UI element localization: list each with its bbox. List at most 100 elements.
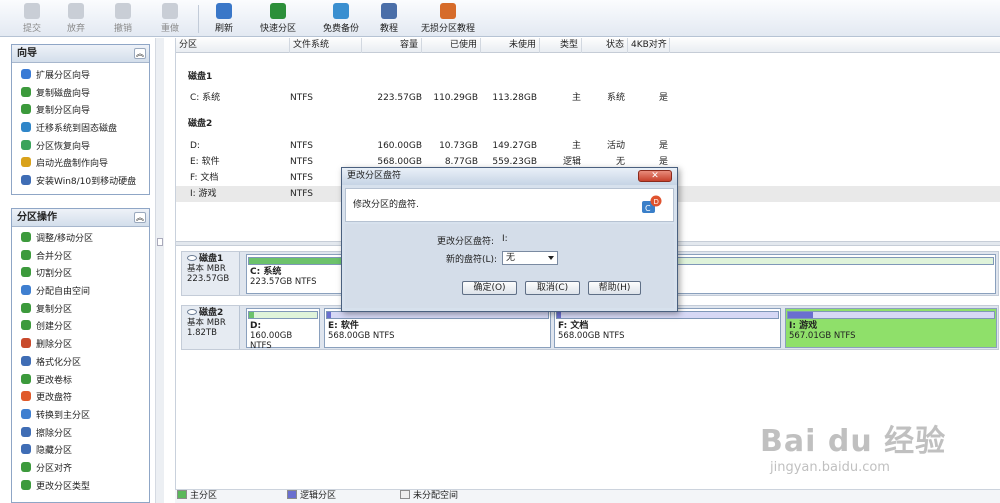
wizard-panel-header[interactable]: 向导 ︽ [12,45,149,63]
column-status[interactable]: 状态 [582,38,628,53]
commit-icon [24,3,40,19]
wizard-item[interactable]: 启动光盘制作向导 [12,156,149,174]
operation-item[interactable]: 格式化分区 [12,355,149,373]
operation-item-icon [21,302,31,313]
operation-item[interactable]: 合并分区 [12,249,149,267]
partition-block-f[interactable]: F: 文档 568.00GB NTFS [554,308,781,348]
operation-item[interactable]: 删除分区 [12,337,149,355]
operation-item[interactable]: 隐藏分区 [12,443,149,461]
disk1-label[interactable]: 磁盘1 基本 MBR 223.57GB [182,252,240,295]
dialog-title-bar[interactable]: 更改分区盘符 ✕ [342,168,677,185]
disk-icon [187,255,197,261]
operation-item-icon [21,232,31,242]
help-button[interactable]: 帮助(H) [588,281,641,295]
table-header: 分区 文件系统 容量 已使用 未使用 类型 状态 4KB对齐 [176,38,1000,53]
column-free[interactable]: 未使用 [481,38,540,53]
operation-item[interactable]: 分区对齐 [12,461,149,479]
toolbar: 提交 放弃 撤销 重做 刷新 快速分区 免费备份 教程 无损分区教程 [0,0,1000,37]
table-row[interactable]: D: NTFS 160.00GB 10.73GB 149.27GB 主 活动 是 [176,138,1000,154]
new-letter-select[interactable]: 无 [502,251,558,265]
operation-item[interactable]: 更改分区类型 [12,479,149,497]
operation-item[interactable]: 创建分区 [12,319,149,337]
operation-item-icon [21,267,31,278]
cell-capacity: 223.57GB [377,93,422,103]
quick-partition-button[interactable]: 快速分区 [253,3,303,35]
operation-item[interactable]: 调整/移动分区 [12,231,149,249]
redo-button[interactable]: 重做 [152,3,188,35]
close-icon: ✕ [651,171,659,181]
partition-block-d[interactable]: D: 160.00GB NTFS [246,308,320,351]
cell-used: 10.73GB [439,141,478,151]
sidebar-scrollbar[interactable] [155,38,164,503]
cell-fs: NTFS [290,93,313,103]
cancel-button[interactable]: 取消(C) [525,281,580,295]
lossless-tutorial-button[interactable]: 无损分区教程 [416,3,480,35]
column-partition[interactable]: 分区 [176,38,290,53]
operation-item-icon [21,355,31,366]
wizard-item[interactable]: 分区恢复向导 [12,139,149,157]
cell-status: 活动 [606,141,625,151]
baidu-watermark: Bai du 经验 jingyan.baidu.com [760,424,947,475]
wizard-item[interactable]: 安装Win8/10到移动硬盘 [12,174,149,192]
operation-item-icon [21,391,31,402]
operation-item-icon [21,479,31,490]
collapse-icon[interactable]: ︽ [134,212,146,223]
ok-button[interactable]: 确定(O) [462,281,517,295]
tutorial-button[interactable]: 教程 [372,3,406,35]
disk1-title: 磁盘1 [188,72,213,82]
operation-item[interactable]: 复制分区 [12,302,149,320]
drive-letter-icon: C D [642,195,662,213]
legend-bar: 主分区 逻辑分区 未分配空间 [175,489,1000,503]
operation-item[interactable]: 更改盘符 [12,390,149,408]
legend-swatch [177,490,187,499]
scrollbar-thumb[interactable] [157,238,163,246]
tutorial-icon [381,3,397,19]
operation-item-icon [21,461,31,472]
discard-button[interactable]: 放弃 [58,3,94,35]
cell-capacity: 160.00GB [377,141,422,151]
column-filesystem[interactable]: 文件系统 [290,38,362,53]
column-type[interactable]: 类型 [540,38,582,53]
cell-partition: F: 文档 [190,173,219,183]
usage-fill [249,312,254,318]
refresh-button[interactable]: 刷新 [206,3,242,35]
legend-unallocated: 未分配空间 [400,490,458,503]
partition-block-e[interactable]: E: 软件 568.00GB NTFS [324,308,551,348]
operations-panel-header[interactable]: 分区操作 ︽ [12,209,149,227]
quick-partition-icon [270,3,286,19]
operation-item[interactable]: 分配自由空间 [12,284,149,302]
free-backup-button[interactable]: 免费备份 [313,3,369,35]
toolbar-separator [198,5,199,33]
cell-align: 是 [658,141,668,151]
cell-free: 113.28GB [492,93,537,103]
wizard-item[interactable]: 复制分区向导 [12,103,149,121]
operation-item-icon [21,320,31,331]
wizard-item[interactable]: 复制磁盘向导 [12,86,149,104]
operation-item[interactable]: 切割分区 [12,266,149,284]
dialog-body: 更改分区盘符: I: 新的盘符(L): 无 确定(O) 取消(C) 帮助(H) [345,224,674,308]
wizard-item[interactable]: 扩展分区向导 [12,68,149,86]
disk2-label[interactable]: 磁盘2 基本 MBR 1.82TB [182,306,240,349]
collapse-icon[interactable]: ︽ [134,48,146,59]
commit-button[interactable]: 提交 [14,3,50,35]
operations-list: 调整/移动分区 合并分区 切割分区 分配自由空间 复制分区 创建分区 删除分区 格式化分区 更改… [12,227,149,496]
operation-item[interactable]: 擦除分区 [12,426,149,444]
operation-item[interactable]: 更改卷标 [12,373,149,391]
cell-fs: NTFS [290,173,313,183]
table-row[interactable]: C: 系统 NTFS 223.57GB 110.29GB 113.28GB 主 系统 是 [176,90,1000,106]
operation-item-icon [21,285,31,296]
operation-item-icon [21,426,31,437]
column-4k-align[interactable]: 4KB对齐 [628,38,670,53]
operation-item[interactable]: 转换到主分区 [12,408,149,426]
cell-align: 是 [658,93,668,103]
undo-button[interactable]: 撤销 [105,3,141,35]
partition-block-i[interactable]: I: 游戏 567.01GB NTFS [785,308,997,348]
legend-swatch [287,490,297,499]
cell-free: 149.27GB [492,141,537,151]
column-capacity[interactable]: 容量 [362,38,422,53]
wizard-item[interactable]: 迁移系统到固态磁盘 [12,121,149,139]
redo-icon [162,3,178,19]
column-used[interactable]: 已使用 [422,38,481,53]
close-button[interactable]: ✕ [638,170,672,182]
discard-icon [68,3,84,19]
